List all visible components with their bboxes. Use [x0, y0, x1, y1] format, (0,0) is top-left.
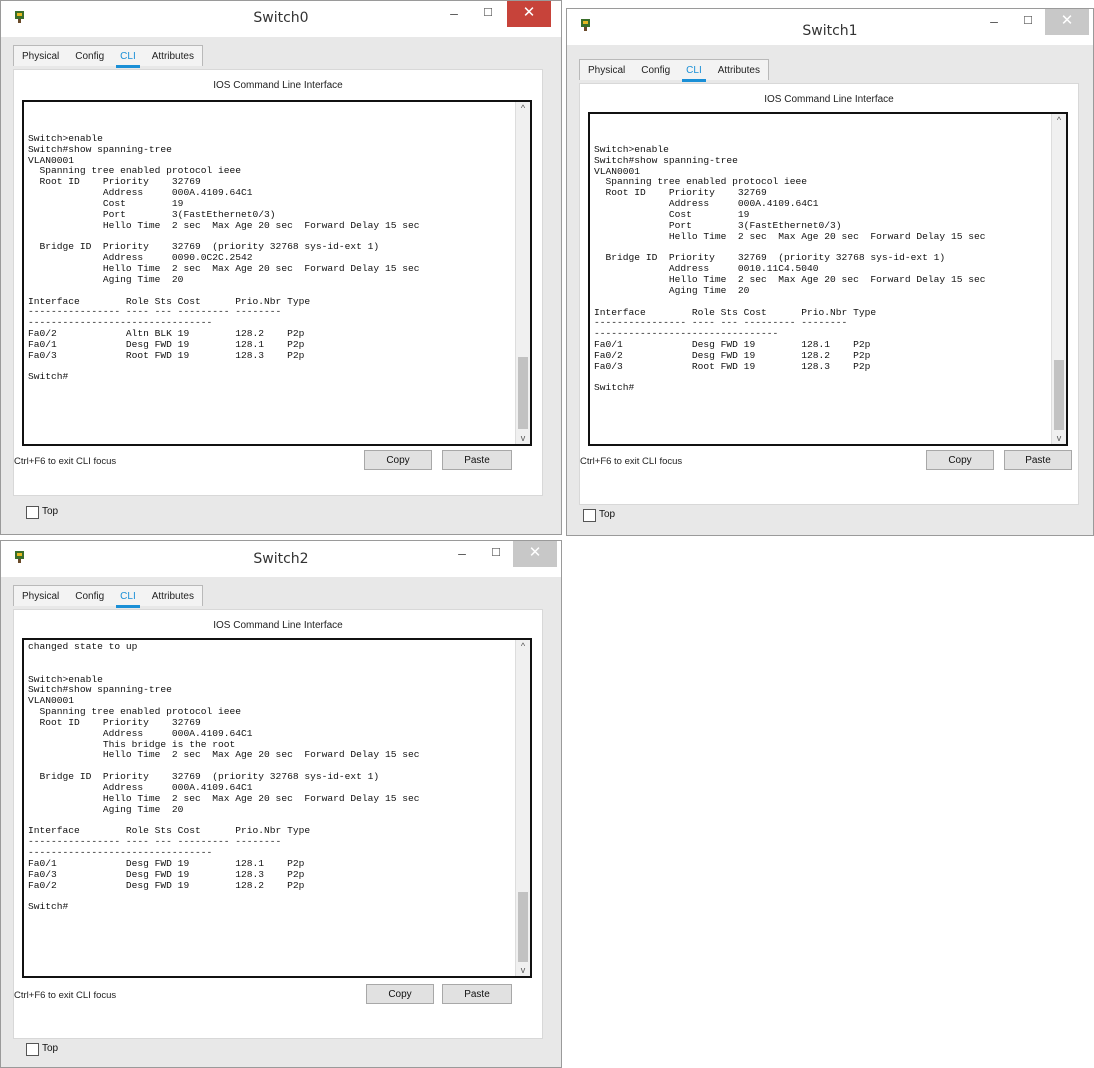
maximize-button[interactable]: ☐: [479, 541, 513, 567]
top-checkbox[interactable]: [583, 509, 596, 522]
scroll-thumb[interactable]: [1054, 360, 1064, 430]
top-checkbox[interactable]: [26, 506, 39, 519]
copy-button[interactable]: Copy: [364, 450, 432, 470]
scroll-thumb[interactable]: [518, 892, 528, 962]
tab-physical[interactable]: Physical: [14, 46, 67, 66]
top-checkbox[interactable]: [26, 1043, 39, 1056]
top-checkbox-label: Top: [599, 509, 616, 520]
scroll-up-arrow-icon[interactable]: ^: [516, 102, 530, 114]
scroll-down-arrow-icon[interactable]: v: [516, 432, 530, 444]
tab-cli[interactable]: CLI: [112, 586, 144, 608]
vertical-scrollbar[interactable]: ^ v: [515, 640, 530, 976]
scroll-up-arrow-icon[interactable]: ^: [516, 640, 530, 652]
tab-strip: Physical Config CLI Attributes: [13, 45, 203, 71]
tab-physical[interactable]: Physical: [14, 586, 67, 606]
terminal-output: changed state to up Switch>enable Switch…: [28, 641, 420, 913]
tab-strip: Physical Config CLI Attributes: [13, 585, 203, 611]
tab-config[interactable]: Config: [633, 60, 678, 80]
paste-button[interactable]: Paste: [442, 450, 512, 470]
tab-attributes[interactable]: Attributes: [144, 46, 202, 66]
tab-attributes[interactable]: Attributes: [144, 586, 202, 606]
tab-config[interactable]: Config: [67, 46, 112, 66]
tab-frame: Physical Config CLI Attributes: [13, 585, 203, 608]
cli-terminal[interactable]: Switch>enable Switch#show spanning-tree …: [22, 100, 532, 446]
minimize-button[interactable]: –: [445, 541, 479, 567]
paste-button[interactable]: Paste: [442, 984, 512, 1004]
tab-frame: Physical Config CLI Attributes: [13, 45, 203, 68]
close-button[interactable]: ✕: [507, 1, 551, 27]
cli-heading: IOS Command Line Interface: [213, 80, 343, 91]
tab-cli[interactable]: CLI: [678, 60, 710, 82]
tab-physical[interactable]: Physical: [580, 60, 633, 80]
window-body: Physical Config CLI Attributes IOS Command …: [1, 37, 561, 534]
minimize-button[interactable]: –: [977, 9, 1011, 35]
terminal-output: Switch>enable Switch#show spanning-tree …: [594, 143, 986, 394]
scroll-down-arrow-icon[interactable]: v: [1052, 432, 1066, 444]
close-button[interactable]: ✕: [1045, 9, 1089, 35]
scroll-up-arrow-icon[interactable]: ^: [1052, 114, 1066, 126]
switch1-window: Switch1 – ☐ ✕ Physical Config CLI Attribute…: [566, 8, 1094, 536]
switch0-window: Switch0 – ☐ ✕ Physical Config CLI Attribute…: [0, 0, 562, 535]
tab-frame: Physical Config CLI Attributes: [579, 59, 769, 82]
cli-heading: IOS Command Line Interface: [213, 620, 343, 631]
top-checkbox-label: Top: [42, 506, 59, 517]
tab-cli[interactable]: CLI: [112, 46, 144, 68]
cli-panel: IOS Command Line Interface Switch>enable…: [579, 83, 1079, 505]
vertical-scrollbar[interactable]: ^ v: [515, 102, 530, 444]
title-bar[interactable]: Switch1 – ☐ ✕: [567, 9, 1093, 45]
copy-button[interactable]: Copy: [926, 450, 994, 470]
top-checkbox-label: Top: [42, 1043, 59, 1054]
cli-focus-hint: Ctrl+F6 to exit CLI focus: [14, 456, 117, 467]
tab-config[interactable]: Config: [67, 586, 112, 606]
title-bar[interactable]: Switch2 – ☐ ✕: [1, 541, 561, 577]
scroll-thumb[interactable]: [518, 357, 528, 429]
window-body: Physical Config CLI Attributes IOS Command …: [567, 51, 1093, 535]
cli-terminal[interactable]: changed state to up Switch>enable Switch…: [22, 638, 532, 978]
vertical-scrollbar[interactable]: ^ v: [1051, 114, 1066, 444]
terminal-output: Switch>enable Switch#show spanning-tree …: [28, 132, 420, 383]
tab-attributes[interactable]: Attributes: [710, 60, 768, 80]
minimize-button[interactable]: –: [437, 1, 471, 27]
maximize-button[interactable]: ☐: [471, 1, 505, 27]
tab-strip: Physical Config CLI Attributes: [579, 59, 769, 85]
cli-panel: IOS Command Line Interface Switch>enable…: [13, 69, 543, 496]
cli-focus-hint: Ctrl+F6 to exit CLI focus: [580, 456, 683, 467]
cli-heading: IOS Command Line Interface: [764, 94, 894, 105]
cli-focus-hint: Ctrl+F6 to exit CLI focus: [14, 990, 117, 1001]
cli-panel: IOS Command Line Interface changed state…: [13, 609, 543, 1039]
window-body: Physical Config CLI Attributes IOS Command …: [1, 577, 561, 1067]
copy-button[interactable]: Copy: [366, 984, 434, 1004]
paste-button[interactable]: Paste: [1004, 450, 1072, 470]
maximize-button[interactable]: ☐: [1011, 9, 1045, 35]
title-bar[interactable]: Switch0 – ☐ ✕: [1, 1, 561, 37]
switch2-window: Switch2 – ☐ ✕ Physical Config CLI Attribute…: [0, 540, 562, 1068]
close-button[interactable]: ✕: [513, 541, 557, 567]
scroll-down-arrow-icon[interactable]: v: [516, 964, 530, 976]
cli-terminal[interactable]: Switch>enable Switch#show spanning-tree …: [588, 112, 1068, 446]
